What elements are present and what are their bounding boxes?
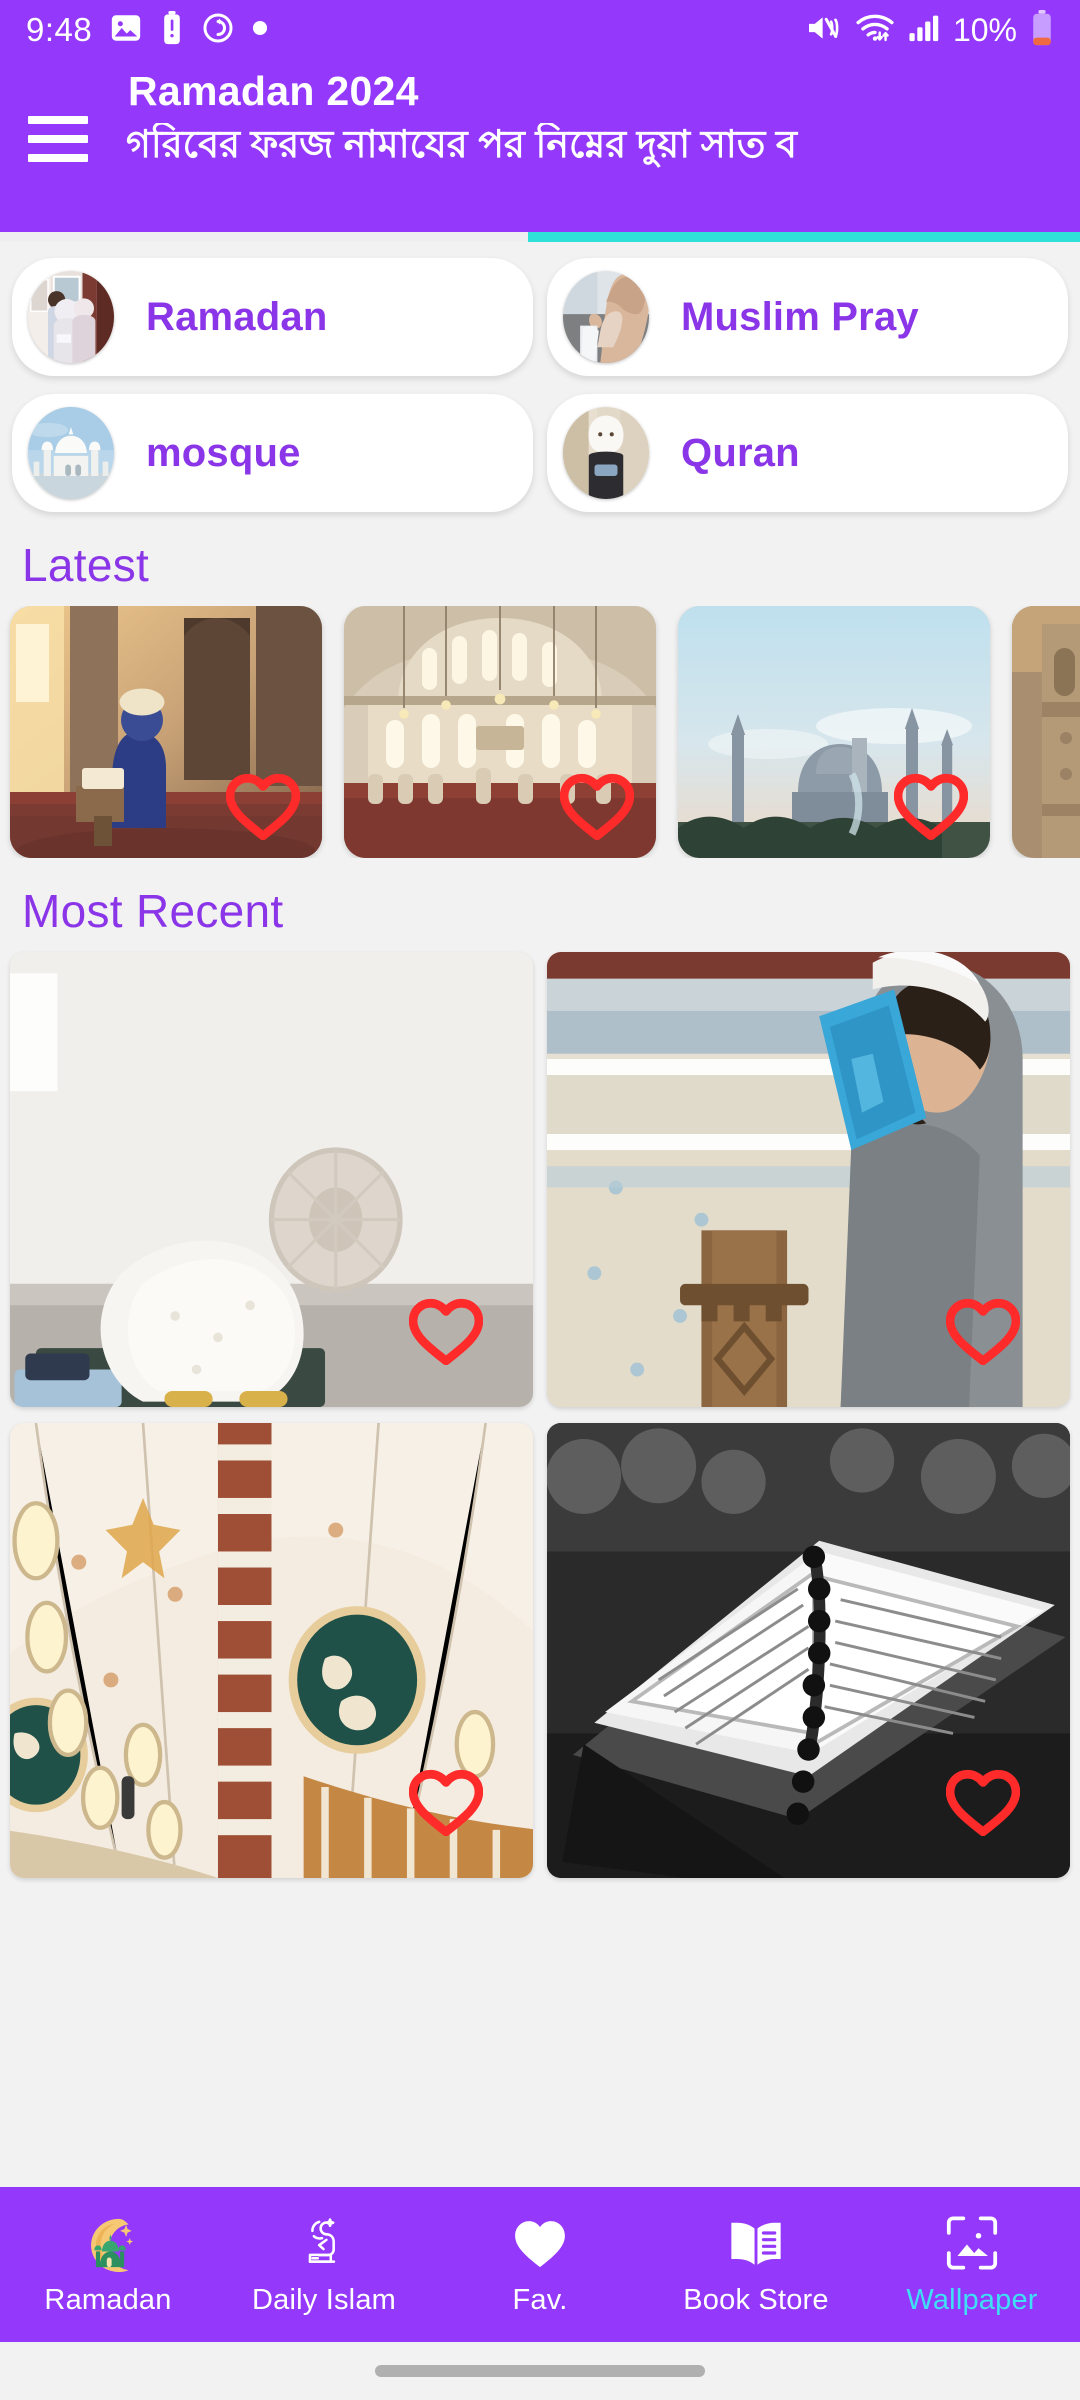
category-label: Quran [681,430,800,475]
nav-label: Ramadan [44,2283,172,2316]
nav-item-fav[interactable]: Fav. [432,2187,648,2342]
heart-filled-icon [512,2213,568,2273]
recent-card-mosque-dome-ceiling[interactable] [10,1423,533,1878]
section-title-most-recent: Most Recent [22,885,284,937]
app-bar-texts: Ramadan 2024 গরিবের ফরজ নামাযের পর নিম্ন… [88,68,1080,169]
sync-circle-icon [201,11,235,50]
home-indicator[interactable] [375,2365,705,2377]
content-bottom-spacer [0,1878,1080,2128]
nav-label: Daily Islam [252,2283,396,2316]
battery-percent-label: 10% [952,11,1017,48]
status-bar-left: 9:48 [26,10,268,50]
latest-carousel[interactable] [0,606,1080,858]
nav-label: Wallpaper [906,2283,1038,2316]
latest-card-minaret-tower[interactable] [1012,606,1080,858]
latest-card-blue-mosque-dusk[interactable] [678,606,990,858]
wallpaper-image-icon [944,2213,1000,2273]
praying-person-icon [295,2213,353,2273]
tab-indicator [0,232,1080,242]
nav-item-ramadan[interactable]: Ramadan [0,2187,216,2342]
mosque-dome-thumb [28,407,114,499]
quran-woman-thumb [563,407,649,499]
section-title-latest: Latest [22,539,150,591]
status-time: 9:48 [26,11,93,48]
category-label: Ramadan [146,294,328,339]
nav-label: Fav. [512,2283,568,2316]
recent-card-open-quran-with-beads[interactable] [547,1423,1070,1878]
app-root: 9:48 10% Ramadan 2024 গরিবের ফরজ নামাযের… [0,0,1080,2400]
favorite-heart-icon[interactable] [946,1768,1020,1836]
status-bar-right: 10% [806,9,1054,51]
home-indicator-area [0,2342,1080,2400]
status-bar: 9:48 10% [0,0,1080,60]
recent-card-woman-sujud[interactable] [10,952,533,1407]
marquee-notice-text: গরিবের ফরজ নামাযের পর নিম্নের দুয়া সাত … [126,124,798,167]
hamburger-menu-icon[interactable] [28,116,88,162]
favorite-heart-icon[interactable] [409,1768,483,1836]
recent-card-man-holding-quran[interactable] [547,952,1070,1407]
nav-item-wallpaper[interactable]: Wallpaper [864,2187,1080,2342]
category-label: mosque [146,430,301,475]
latest-card-man-praying[interactable] [10,606,322,858]
crescent-mosque-icon [79,2213,137,2273]
page-title: Ramadan 2024 [128,68,419,114]
nav-item-daily-islam[interactable]: Daily Islam [216,2187,432,2342]
category-label: Muslim Pray [681,294,919,339]
category-card-ramadan[interactable]: Ramadan [12,258,533,376]
favorite-heart-icon[interactable] [409,1297,483,1365]
tab-indicator-inactive [0,232,528,242]
favorite-heart-icon[interactable] [560,772,634,840]
category-card-muslim-pray[interactable]: Muslim Pray [547,258,1068,376]
battery-alert-icon [160,10,184,50]
category-card-mosque[interactable]: mosque [12,394,533,512]
favorite-heart-icon[interactable] [226,772,300,840]
praying-woman-thumb [563,271,649,363]
favorite-heart-icon[interactable] [946,1297,1020,1365]
open-book-icon [727,2213,785,2273]
latest-card-mosque-interior[interactable] [344,606,656,858]
category-list: Ramadan Muslim Pray mosque Quran [0,242,1080,512]
wifi-transfer-icon [855,12,895,49]
battery-low-icon [1030,9,1054,51]
app-bar: Ramadan 2024 গরিবের ফরজ নামাযের পর নিম্ন… [0,60,1080,232]
favorite-heart-icon[interactable] [894,772,968,840]
nav-item-book-store[interactable]: Book Store [648,2187,864,2342]
most-recent-grid [0,952,1080,1878]
mute-vibrate-icon [806,13,842,48]
image-icon [109,11,143,50]
dot-icon [252,20,268,41]
category-card-quran[interactable]: Quran [547,394,1068,512]
nav-label: Book Store [683,2283,829,2316]
bottom-navigation-bar: Ramadan Daily Islam Fav. Book Store Wall… [0,2187,1080,2342]
tab-indicator-active [528,232,1080,242]
signal-bars-icon [908,13,940,48]
ramadan-women-thumb [28,271,114,363]
